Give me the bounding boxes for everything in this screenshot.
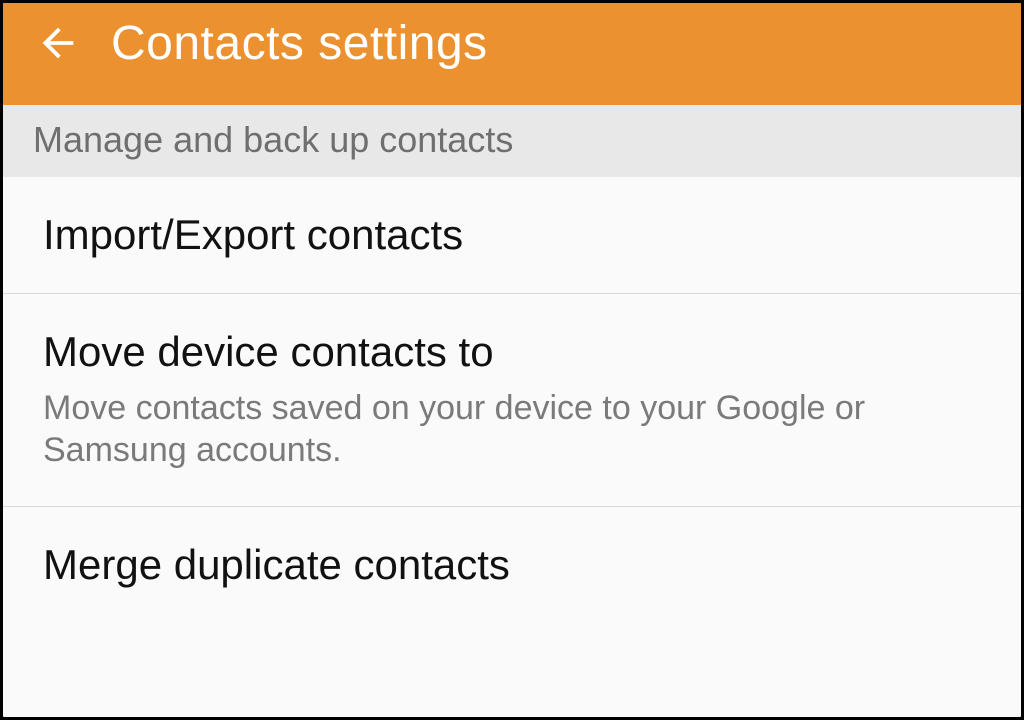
item-title: Import/Export contacts — [43, 211, 991, 259]
back-button[interactable] — [23, 8, 93, 78]
settings-list: Import/Export contacts Move device conta… — [3, 177, 1021, 623]
item-title: Merge duplicate contacts — [43, 541, 991, 589]
section-header-manage: Manage and back up contacts — [3, 105, 1021, 177]
item-move-device-contacts[interactable]: Move device contacts to Move contacts sa… — [3, 294, 1021, 506]
item-import-export[interactable]: Import/Export contacts — [3, 177, 1021, 294]
item-subtitle: Move contacts saved on your device to yo… — [43, 387, 991, 472]
contacts-settings-screen: Contacts settings Manage and back up con… — [0, 0, 1024, 720]
arrow-left-icon — [35, 20, 81, 66]
item-merge-duplicates[interactable]: Merge duplicate contacts — [3, 507, 1021, 623]
page-title: Contacts settings — [111, 16, 488, 71]
item-title: Move device contacts to — [43, 328, 991, 376]
app-header: Contacts settings — [3, 3, 1021, 105]
